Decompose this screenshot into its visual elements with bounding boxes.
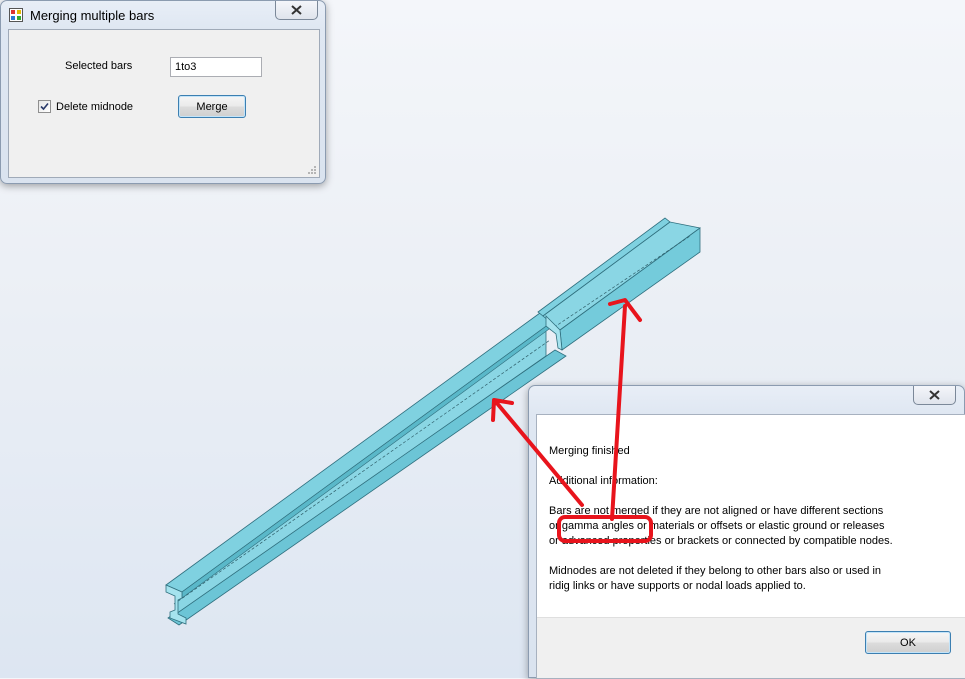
checkmark-icon	[40, 102, 49, 111]
channel-beam-right-segment	[537, 217, 701, 351]
message-box-body: Merging finished Additional information:…	[536, 414, 965, 679]
merge-button[interactable]: Merge	[178, 95, 246, 118]
ok-button[interactable]: OK	[865, 631, 951, 654]
selected-bars-label: Selected bars	[65, 60, 133, 72]
merge-dialog-close-button[interactable]	[275, 1, 318, 20]
merge-dialog-body: Selected bars Delete midnode Merge	[8, 29, 320, 178]
delete-midnode-label: Delete midnode	[56, 101, 134, 113]
message-midnodes-paragraph: Midnodes are not deleted if they belong …	[549, 565, 882, 592]
delete-midnode-checkbox[interactable]	[38, 100, 51, 113]
selected-bars-input[interactable]	[170, 57, 262, 77]
app-grid-icon	[9, 8, 23, 22]
merge-dialog-window: Merging multiple bars Selected bars Dele…	[0, 0, 326, 184]
close-icon	[291, 5, 302, 15]
message-box-close-button[interactable]	[913, 386, 956, 405]
resize-grip-icon[interactable]	[307, 165, 317, 175]
merge-dialog-title: Merging multiple bars	[30, 8, 155, 23]
message-box-window: Merging finished Additional information:…	[528, 385, 965, 679]
merge-dialog-titlebar[interactable]: Merging multiple bars	[1, 1, 325, 29]
message-bars-paragraph: Bars are not merged if they are not alig…	[549, 505, 893, 547]
message-additional-heading: Additional information:	[549, 475, 658, 487]
message-finished: Merging finished	[549, 445, 630, 457]
message-box-footer: OK	[537, 617, 965, 678]
message-box-titlebar[interactable]	[529, 386, 964, 414]
i-beam-left-segment	[165, 312, 567, 626]
close-icon	[929, 390, 940, 400]
message-text: Merging finished Additional information:…	[549, 444, 957, 609]
